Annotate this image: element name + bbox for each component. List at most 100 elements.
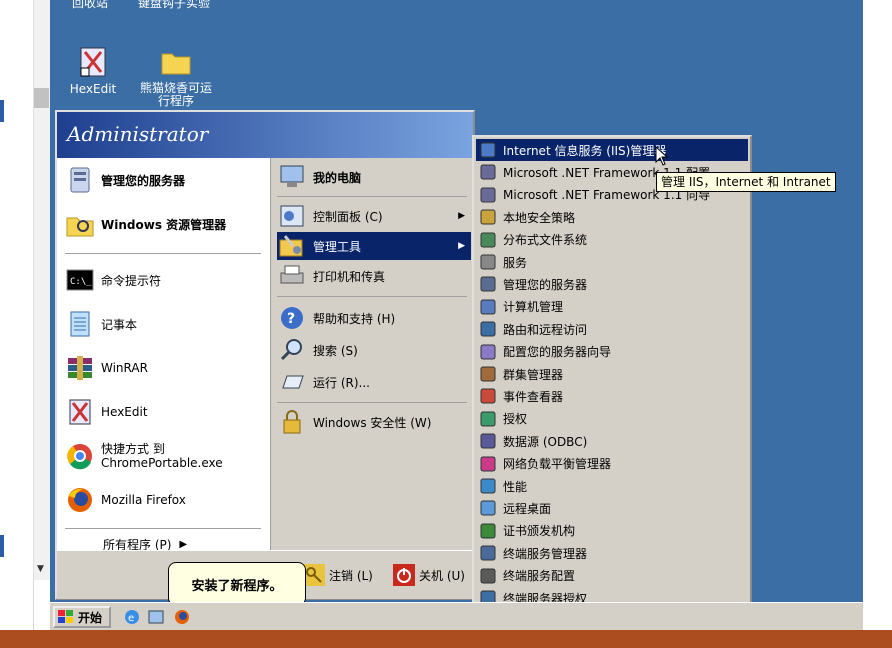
vertical-scrollbar[interactable]: ▼ (33, 0, 51, 580)
start-item-winrar[interactable]: WinRAR (65, 354, 148, 382)
submenu-item[interactable]: 网络负载平衡管理器 (476, 453, 748, 475)
start-item-admin-tools[interactable]: 管理工具 ▶ (277, 232, 471, 260)
printer-icon (280, 265, 304, 284)
desktop-icon-label: HexEdit (69, 82, 117, 96)
submenu-item[interactable]: 远程桌面 (476, 497, 748, 519)
shutdown-button[interactable]: 关机 (U) (393, 561, 465, 589)
admin-tool-icon (480, 321, 496, 337)
submenu-item[interactable]: 数据源 (ODBC) (476, 430, 748, 452)
start-item-label: HexEdit (101, 405, 148, 419)
admin-tool-icon (480, 411, 496, 427)
submenu-item[interactable]: 证书颁发机构 (476, 520, 748, 542)
start-item-label: 搜索 (S) (313, 343, 358, 358)
start-button[interactable]: 开始 (53, 606, 111, 628)
admin-tool-icon (480, 500, 496, 516)
admin-tool-icon (480, 209, 496, 225)
hexedit-icon (69, 399, 91, 425)
show-desktop-icon[interactable] (148, 609, 164, 625)
chrome-icon (67, 444, 92, 470)
help-icon: ? (281, 307, 303, 329)
logoff-label: 注销 (L) (329, 568, 373, 583)
submenu-item-label: 分布式文件系统 (503, 233, 588, 248)
start-item-label: WinRAR (101, 361, 148, 375)
control-panel-icon (280, 205, 304, 227)
admin-tool-icon (480, 344, 496, 360)
svg-text:?: ? (287, 311, 295, 327)
submenu-item[interactable]: 性能 (476, 475, 748, 497)
start-item-chrome-shortcut[interactable]: 快捷方式 到 ChromePortable.exe (65, 442, 223, 470)
start-label: 开始 (78, 610, 103, 625)
host-window-edge (0, 0, 34, 648)
submenu-item[interactable]: Internet 信息服务 (IIS)管理器 (476, 139, 748, 161)
firefox-icon[interactable] (174, 609, 190, 625)
server-manage-icon (70, 167, 90, 193)
ie-icon[interactable]: e (124, 609, 140, 625)
submenu-item[interactable]: 终端服务管理器 (476, 542, 748, 564)
submenu-item[interactable]: 事件查看器 (476, 385, 748, 407)
desktop-icon-folder[interactable]: 熊猫烧香可运行程序 (136, 46, 216, 108)
admin-tool-icon (480, 366, 496, 382)
submenu-item[interactable]: 分布式文件系统 (476, 229, 748, 251)
submenu-item[interactable]: 配置您的服务器向导 (476, 341, 748, 363)
tooltip: 管理 IIS，Internet 和 Intranet (656, 172, 836, 192)
desktop-icon-hexedit[interactable]: HexEdit (53, 46, 133, 96)
admin-tool-icon (480, 388, 496, 404)
start-item-my-computer[interactable]: 我的电脑 (277, 162, 471, 192)
submenu-item-label: 性能 (503, 479, 528, 494)
start-item-label: 打印机和传真 (313, 269, 386, 284)
start-item-search[interactable]: 搜索 (S) (277, 336, 471, 364)
start-item-label: 运行 (R)... (313, 375, 370, 390)
start-item-explorer[interactable]: Windows 资源管理器 (65, 210, 226, 238)
new-program-balloon[interactable]: 安装了新程序。 (168, 562, 306, 606)
admin-tool-icon (480, 545, 496, 561)
submenu-item[interactable]: 路由和远程访问 (476, 318, 748, 340)
submenu-item[interactable]: 终端服务配置 (476, 565, 748, 587)
start-item-run[interactable]: 运行 (R)... (277, 368, 471, 396)
desktop-top-label: 键盘钩子实验 (138, 0, 211, 10)
start-item-help[interactable]: ? 帮助和支持 (H) (277, 304, 471, 332)
submenu-item-label: Internet 信息服务 (IIS)管理器 (503, 143, 667, 158)
submenu-item[interactable]: 群集管理器 (476, 363, 748, 385)
submenu-item[interactable]: 授权 (476, 408, 748, 430)
admin-tool-icon (480, 164, 496, 180)
host-edge-marker (0, 100, 4, 122)
svg-text:e: e (128, 613, 134, 624)
start-item-firefox[interactable]: Mozilla Firefox (65, 486, 186, 514)
start-item-control-panel[interactable]: 控制面板 (C) ▶ (277, 202, 471, 230)
submenu-item-label: 终端服务配置 (503, 569, 576, 584)
hexedit-icon (80, 47, 106, 77)
firefox-icon (68, 488, 92, 512)
admin-tool-icon (480, 276, 496, 292)
separator (65, 528, 261, 529)
submenu-item[interactable]: 计算机管理 (476, 296, 748, 318)
submenu-item-label: 群集管理器 (503, 367, 564, 382)
desktop-top-label: 回收站 (72, 0, 109, 10)
submenu-item[interactable]: 本地安全策略 (476, 206, 748, 228)
search-icon (280, 339, 302, 361)
user-name: Administrator (67, 122, 209, 146)
start-item-label: 命令提示符 (101, 273, 162, 288)
arrow-right-icon: ▶ (458, 241, 465, 251)
logoff-button[interactable]: 注销 (L) (303, 561, 373, 589)
submenu-item[interactable]: 管理您的服务器 (476, 273, 748, 295)
start-item-cmd[interactable]: C:\_ 命令提示符 (65, 266, 161, 294)
submenu-item[interactable]: 服务 (476, 251, 748, 273)
submenu-item-label: 管理您的服务器 (503, 277, 588, 292)
submenu-item-label: 本地安全策略 (503, 210, 576, 225)
start-item-windows-security[interactable]: Windows 安全性 (W) (277, 408, 471, 436)
admin-tool-icon (480, 142, 496, 158)
scroll-down-arrow-icon[interactable]: ▼ (37, 564, 44, 574)
start-item-hexedit[interactable]: HexEdit (65, 398, 148, 426)
submenu-item-label: 配置您的服务器向导 (503, 345, 612, 360)
start-menu-header: Administrator (57, 112, 473, 158)
start-item-label: Mozilla Firefox (101, 493, 186, 507)
scrollbar-thumb[interactable] (34, 88, 49, 108)
start-item-printers[interactable]: 打印机和传真 (277, 262, 471, 290)
submenu-item-label: 数据源 (ODBC) (503, 434, 588, 449)
separator (277, 196, 467, 197)
start-item-notepad[interactable]: 记事本 (65, 310, 137, 338)
submenu-item-label: 事件查看器 (503, 389, 564, 404)
submenu-item-label: 路由和远程访问 (503, 322, 588, 337)
admin-tool-icon (480, 433, 496, 449)
start-item-manage-server[interactable]: 管理您的服务器 (65, 166, 185, 194)
